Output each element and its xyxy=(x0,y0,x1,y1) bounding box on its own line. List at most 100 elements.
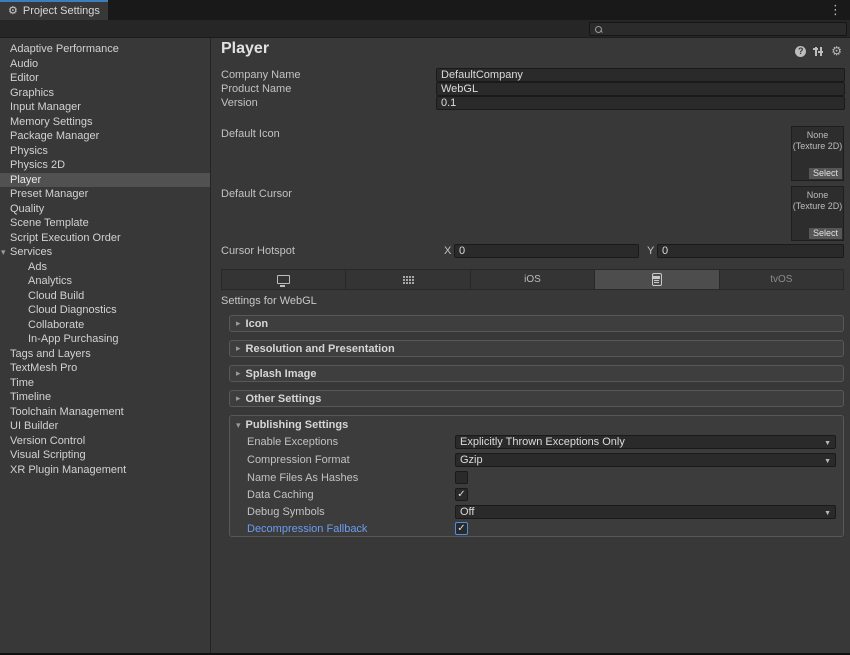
chevron-right-icon: ▸ xyxy=(236,393,241,404)
data-caching-label: Data Caching xyxy=(247,489,314,502)
ios-tab-label: iOS xyxy=(524,274,541,285)
tab-project-settings[interactable]: ⚙ Project Settings xyxy=(0,0,108,20)
window-menu-icon[interactable]: ⋮ xyxy=(829,2,842,18)
dropdown-arrow-icon: ▼ xyxy=(824,438,831,450)
tab-desktop[interactable] xyxy=(222,270,346,289)
sidebar-item-toolchain-management[interactable]: Toolchain Management xyxy=(0,405,210,420)
tab-dedicated-server[interactable] xyxy=(346,270,470,289)
search-icon xyxy=(594,25,603,34)
settings-sidebar: Adaptive Performance Audio Editor Graphi… xyxy=(0,38,211,655)
compression-format-label: Compression Format xyxy=(247,454,350,467)
hotspot-x-label: X xyxy=(444,245,451,258)
sidebar-item-in-app-purchasing[interactable]: In-App Purchasing xyxy=(0,332,210,347)
presets-icon[interactable] xyxy=(813,46,824,57)
player-settings-panel: Player ? ⚙ Company Name DefaultCompany P… xyxy=(211,38,850,655)
hotspot-x-field[interactable]: 0 xyxy=(454,244,639,258)
default-cursor-select-button[interactable]: Select xyxy=(809,228,842,239)
section-title: Publishing Settings xyxy=(246,419,349,431)
section-resolution-and-presentation[interactable]: ▸ Resolution and Presentation xyxy=(229,340,844,357)
enable-exceptions-dropdown[interactable]: Explicitly Thrown Exceptions Only ▼ xyxy=(455,435,836,449)
sidebar-item-collaborate[interactable]: Collaborate xyxy=(0,318,210,333)
tab-ios[interactable]: iOS xyxy=(471,270,595,289)
sidebar-item-package-manager[interactable]: Package Manager xyxy=(0,129,210,144)
webgl-icon xyxy=(652,273,662,286)
section-other-settings[interactable]: ▸ Other Settings xyxy=(229,390,844,407)
toolbar xyxy=(0,20,850,38)
sidebar-item-graphics[interactable]: Graphics xyxy=(0,86,210,101)
sidebar-item-textmesh-pro[interactable]: TextMesh Pro xyxy=(0,361,210,376)
sidebar-item-ui-builder[interactable]: UI Builder xyxy=(0,419,210,434)
section-splash-image[interactable]: ▸ Splash Image xyxy=(229,365,844,382)
sidebar-item-visual-scripting[interactable]: Visual Scripting xyxy=(0,448,210,463)
chevron-down-icon: ▾ xyxy=(236,420,241,431)
version-field[interactable]: 0.1 xyxy=(436,96,845,110)
title-bar: ⚙ Project Settings ⋮ xyxy=(0,0,850,20)
sidebar-item-physics[interactable]: Physics xyxy=(0,144,210,159)
sidebar-item-memory-settings[interactable]: Memory Settings xyxy=(0,115,210,130)
project-settings-window: ⚙ Project Settings ⋮ Adaptive Performanc… xyxy=(0,0,850,655)
sidebar-item-player[interactable]: Player xyxy=(0,173,210,188)
settings-for-webgl-header: Settings for WebGL xyxy=(221,295,317,307)
compression-format-dropdown[interactable]: Gzip ▼ xyxy=(455,453,836,467)
company-name-label: Company Name xyxy=(221,69,300,82)
chevron-down-icon[interactable]: ▾ xyxy=(1,245,6,260)
sidebar-item-adaptive-performance[interactable]: Adaptive Performance xyxy=(0,42,210,57)
sidebar-item-tags-and-layers[interactable]: Tags and Layers xyxy=(0,347,210,362)
name-files-as-hashes-label: Name Files As Hashes xyxy=(247,472,358,485)
sidebar-item-physics-2d[interactable]: Physics 2D xyxy=(0,158,210,173)
sidebar-item-xr-plugin-management[interactable]: XR Plugin Management xyxy=(0,463,210,478)
hotspot-y-label: Y xyxy=(647,245,654,258)
sidebar-item-analytics[interactable]: Analytics xyxy=(0,274,210,289)
dropdown-value: Off xyxy=(460,506,474,518)
chevron-right-icon: ▸ xyxy=(236,318,241,329)
data-caching-checkbox[interactable]: ✓ xyxy=(455,488,468,501)
sidebar-item-scene-template[interactable]: Scene Template xyxy=(0,216,210,231)
chevron-right-icon: ▸ xyxy=(236,343,241,354)
dropdown-arrow-icon: ▼ xyxy=(824,456,831,468)
search-input[interactable] xyxy=(603,23,846,35)
sidebar-item-quality[interactable]: Quality xyxy=(0,202,210,217)
tab-tvos[interactable]: tvOS xyxy=(720,270,843,289)
default-icon-select-button[interactable]: Select xyxy=(809,168,842,179)
sidebar-item-audio[interactable]: Audio xyxy=(0,57,210,72)
sidebar-item-timeline[interactable]: Timeline xyxy=(0,390,210,405)
dedicated-server-icon xyxy=(403,276,414,284)
gear-icon[interactable]: ⚙ xyxy=(831,45,842,57)
sidebar-item-editor[interactable]: Editor xyxy=(0,71,210,86)
name-files-as-hashes-checkbox[interactable] xyxy=(455,471,468,484)
help-icon[interactable]: ? xyxy=(795,46,806,57)
sidebar-item-version-control[interactable]: Version Control xyxy=(0,434,210,449)
product-name-field[interactable]: WebGL xyxy=(436,82,845,96)
sidebar-item-cloud-diagnostics[interactable]: Cloud Diagnostics xyxy=(0,303,210,318)
texture-type-text: (Texture 2D) xyxy=(792,201,843,212)
texture-type-text: (Texture 2D) xyxy=(792,141,843,152)
default-icon-object-field[interactable]: None (Texture 2D) Select xyxy=(791,126,844,181)
sidebar-item-input-manager[interactable]: Input Manager xyxy=(0,100,210,115)
sidebar-item-services[interactable]: ▾ Services xyxy=(0,245,210,260)
page-title: Player xyxy=(221,40,269,58)
section-icon[interactable]: ▸ Icon xyxy=(229,315,844,332)
publishing-settings-header[interactable]: ▾ Publishing Settings xyxy=(230,416,843,431)
decompression-fallback-checkbox[interactable]: ✓ xyxy=(455,522,468,535)
dropdown-value: Gzip xyxy=(460,454,483,466)
search-box[interactable] xyxy=(589,22,847,36)
sidebar-item-label: Services xyxy=(10,246,52,258)
texture-none-text: None xyxy=(792,130,843,141)
sidebar-item-preset-manager[interactable]: Preset Manager xyxy=(0,187,210,202)
section-title: Icon xyxy=(246,318,269,330)
platform-tab-strip: iOS tvOS xyxy=(221,269,844,290)
sidebar-item-cloud-build[interactable]: Cloud Build xyxy=(0,289,210,304)
dropdown-value: Explicitly Thrown Exceptions Only xyxy=(460,436,625,448)
company-name-field[interactable]: DefaultCompany xyxy=(436,68,845,82)
enable-exceptions-label: Enable Exceptions xyxy=(247,436,338,449)
default-cursor-label: Default Cursor xyxy=(221,188,292,201)
sidebar-item-script-execution-order[interactable]: Script Execution Order xyxy=(0,231,210,246)
default-cursor-object-field[interactable]: None (Texture 2D) Select xyxy=(791,186,844,241)
sidebar-item-ads[interactable]: Ads xyxy=(0,260,210,275)
sidebar-item-time[interactable]: Time xyxy=(0,376,210,391)
tab-title: Project Settings xyxy=(23,5,100,17)
hotspot-y-field[interactable]: 0 xyxy=(657,244,844,258)
debug-symbols-dropdown[interactable]: Off ▼ xyxy=(455,505,836,519)
tab-webgl[interactable] xyxy=(595,270,719,289)
desktop-monitor-icon xyxy=(277,275,290,284)
